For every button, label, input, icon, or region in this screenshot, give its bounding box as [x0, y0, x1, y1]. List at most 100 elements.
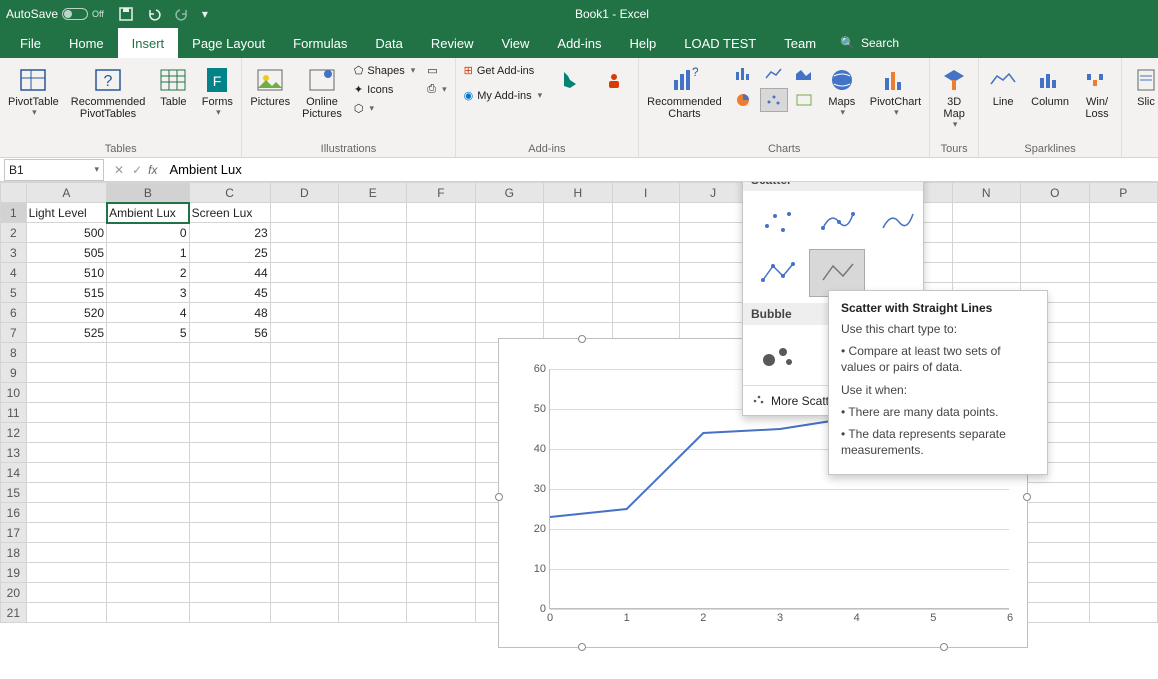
cell-G6[interactable]: [475, 303, 544, 323]
cell-H4[interactable]: [544, 263, 612, 283]
row-header-12[interactable]: 12: [1, 423, 27, 443]
col-header-N[interactable]: N: [952, 183, 1020, 203]
cell-F18[interactable]: [407, 543, 475, 563]
cell-C11[interactable]: [189, 403, 270, 423]
cell-D6[interactable]: [270, 303, 338, 323]
row-header-14[interactable]: 14: [1, 463, 27, 483]
shapes-button[interactable]: ⬠Shapes▾: [350, 62, 419, 79]
cell-B14[interactable]: [107, 463, 190, 483]
cell-E16[interactable]: [339, 503, 407, 523]
undo-icon[interactable]: [142, 4, 166, 24]
cell-F14[interactable]: [407, 463, 475, 483]
cell-P10[interactable]: [1089, 383, 1157, 403]
cell-P1[interactable]: [1089, 203, 1157, 223]
row-header-18[interactable]: 18: [1, 543, 27, 563]
col-header-D[interactable]: D: [270, 183, 338, 203]
cell-E2[interactable]: [339, 223, 407, 243]
cell-A10[interactable]: [26, 383, 106, 403]
my-addins-button[interactable]: ◉My Add-ins▾: [460, 87, 547, 104]
cell-C12[interactable]: [189, 423, 270, 443]
cell-D11[interactable]: [270, 403, 338, 423]
scatter-smooth-lines-option[interactable]: [869, 197, 925, 245]
cell-J5[interactable]: [679, 283, 747, 303]
fx-icon[interactable]: fx: [148, 163, 165, 177]
cell-H1[interactable]: [544, 203, 612, 223]
row-header-13[interactable]: 13: [1, 443, 27, 463]
cell-I3[interactable]: [612, 243, 679, 263]
cell-I2[interactable]: [612, 223, 679, 243]
cell-F3[interactable]: [407, 243, 475, 263]
cell-O15[interactable]: [1020, 483, 1089, 503]
cell-B8[interactable]: [107, 343, 190, 363]
cell-E12[interactable]: [339, 423, 407, 443]
cell-D18[interactable]: [270, 543, 338, 563]
recommended-pivottables-button[interactable]: ?Recommended PivotTables: [67, 62, 150, 122]
cell-C21[interactable]: [189, 603, 270, 623]
cell-C16[interactable]: [189, 503, 270, 523]
cell-P9[interactable]: [1089, 363, 1157, 383]
bubble-option[interactable]: [749, 331, 805, 379]
cell-H6[interactable]: [544, 303, 612, 323]
cell-D15[interactable]: [270, 483, 338, 503]
cell-D9[interactable]: [270, 363, 338, 383]
cell-P4[interactable]: [1089, 263, 1157, 283]
cell-B7[interactable]: 5: [107, 323, 190, 343]
cell-F10[interactable]: [407, 383, 475, 403]
cell-B15[interactable]: [107, 483, 190, 503]
cell-P20[interactable]: [1089, 583, 1157, 603]
row-header-5[interactable]: 5: [1, 283, 27, 303]
cell-P6[interactable]: [1089, 303, 1157, 323]
cancel-formula-icon[interactable]: ✕: [114, 163, 124, 177]
cell-A13[interactable]: [26, 443, 106, 463]
cell-J3[interactable]: [679, 243, 747, 263]
cell-E4[interactable]: [339, 263, 407, 283]
scatter-chart-button[interactable]: [760, 88, 788, 112]
cell-C2[interactable]: 23: [189, 223, 270, 243]
tab-add-ins[interactable]: Add-ins: [543, 28, 615, 58]
tab-formulas[interactable]: Formulas: [279, 28, 361, 58]
col-header-G[interactable]: G: [475, 183, 544, 203]
worksheet[interactable]: ABCDEFGHIJKLMNOP1Light LevelAmbient LuxS…: [0, 182, 1158, 679]
scatter-markers-option[interactable]: [749, 197, 805, 245]
cell-O2[interactable]: [1020, 223, 1089, 243]
cell-D8[interactable]: [270, 343, 338, 363]
cell-E13[interactable]: [339, 443, 407, 463]
cell-P21[interactable]: [1089, 603, 1157, 623]
forms-button[interactable]: FForms▾: [197, 62, 237, 120]
cell-D7[interactable]: [270, 323, 338, 343]
cell-C7[interactable]: 56: [189, 323, 270, 343]
cell-A12[interactable]: [26, 423, 106, 443]
tab-help[interactable]: Help: [615, 28, 670, 58]
cell-J2[interactable]: [679, 223, 747, 243]
cell-A11[interactable]: [26, 403, 106, 423]
row-header-21[interactable]: 21: [1, 603, 27, 623]
cell-C6[interactable]: 48: [189, 303, 270, 323]
table-button[interactable]: Table: [153, 62, 193, 110]
cell-A18[interactable]: [26, 543, 106, 563]
cell-A2[interactable]: 500: [26, 223, 106, 243]
cell-N3[interactable]: [952, 243, 1020, 263]
cell-J4[interactable]: [679, 263, 747, 283]
line-chart-button[interactable]: [760, 62, 788, 86]
cell-D20[interactable]: [270, 583, 338, 603]
cell-F19[interactable]: [407, 563, 475, 583]
col-header-C[interactable]: C: [189, 183, 270, 203]
cell-E21[interactable]: [339, 603, 407, 623]
tab-file[interactable]: File: [6, 28, 55, 58]
cell-B1[interactable]: Ambient Lux: [107, 203, 190, 223]
cell-E19[interactable]: [339, 563, 407, 583]
cell-B18[interactable]: [107, 543, 190, 563]
cell-A15[interactable]: [26, 483, 106, 503]
col-header-H[interactable]: H: [544, 183, 612, 203]
cell-P14[interactable]: [1089, 463, 1157, 483]
formula-input[interactable]: [165, 160, 1158, 179]
cell-E20[interactable]: [339, 583, 407, 603]
row-header-11[interactable]: 11: [1, 403, 27, 423]
name-box[interactable]: B1 ▾: [4, 159, 104, 181]
cell-D5[interactable]: [270, 283, 338, 303]
cell-O4[interactable]: [1020, 263, 1089, 283]
cell-G2[interactable]: [475, 223, 544, 243]
cell-N2[interactable]: [952, 223, 1020, 243]
cell-E14[interactable]: [339, 463, 407, 483]
cell-A1[interactable]: Light Level: [26, 203, 106, 223]
